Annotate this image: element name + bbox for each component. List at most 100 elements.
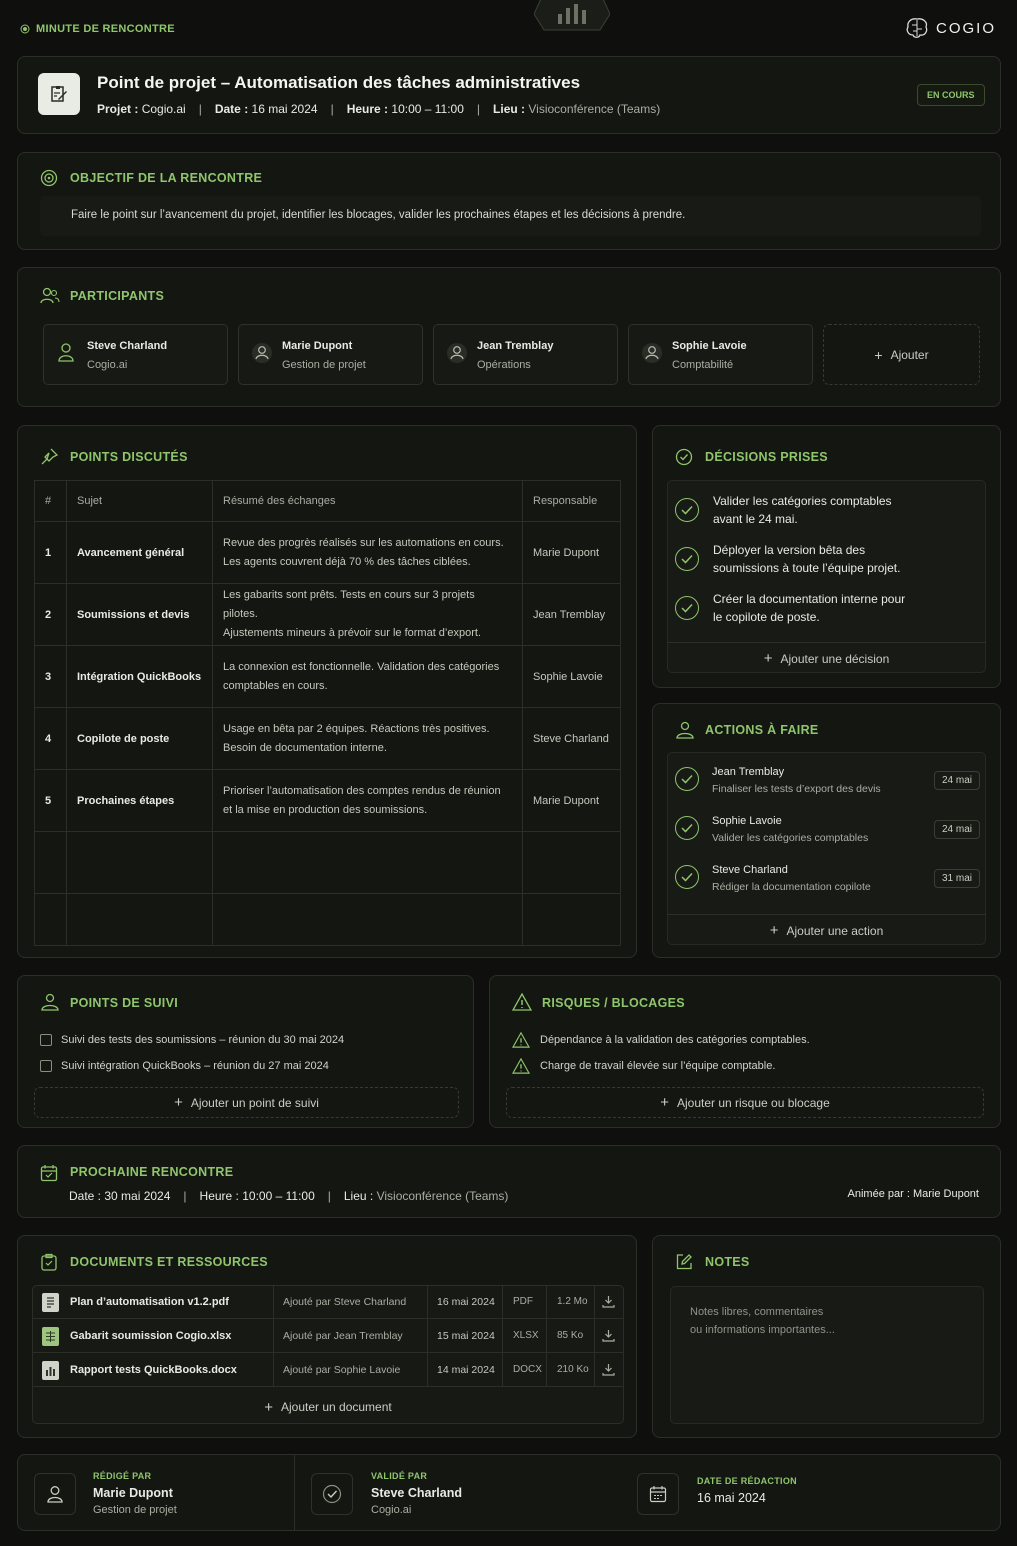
notes-textarea[interactable]: Notes libres, commentaires ou information… (670, 1286, 984, 1424)
document-added-by: Ajouté par Sophie Lavoie (283, 1364, 401, 1376)
table-row[interactable]: 3 Intégration QuickBooks La connexion es… (34, 645, 621, 708)
add-followup-label: Ajouter un point de suivi (190, 1095, 319, 1110)
pdf-file-icon (42, 1293, 59, 1312)
plus-icon: + (769, 922, 779, 939)
row-subject: Avancement général (66, 521, 213, 584)
decision-text: Créer la documentation interne pour le co… (713, 592, 906, 624)
document-row[interactable]: Rapport tests QuickBooks.docx Ajouté par… (32, 1353, 624, 1387)
table-row[interactable]: 2 Soumissions et devis Les gabarits sont… (34, 583, 621, 646)
calendar-icon (649, 1485, 667, 1503)
next-date-value: 30 mai 2024 (104, 1189, 171, 1203)
participant-role: Cogio.ai (87, 359, 128, 371)
checkbox[interactable] (40, 1034, 52, 1046)
row-summary: Les gabarits sont prêts. Tests en cours … (212, 583, 523, 646)
download-icon[interactable] (602, 1363, 615, 1376)
row-subject: Prochaines étapes (66, 769, 213, 832)
project-value: Cogio.ai (141, 102, 186, 116)
document-row[interactable]: Gabarit soumission Cogio.xlsx Ajouté par… (32, 1319, 624, 1353)
check-circle-icon (322, 1484, 342, 1504)
action-item[interactable]: Steve Charland Rédiger la documentation … (675, 864, 980, 900)
written-role: Gestion de projet (93, 1504, 177, 1516)
validated-role: Cogio.ai (371, 1504, 412, 1516)
user-avatar-icon (446, 342, 468, 364)
participant-card[interactable]: Jean Tremblay Opérations (433, 324, 618, 385)
risk-text: Dépendance à la validation des catégorie… (540, 1034, 810, 1046)
add-action-button[interactable]: + Ajouter une action (667, 914, 986, 946)
notes-placeholder: Notes libres, commentaires ou information… (690, 1306, 835, 1336)
decision-text: Valider les catégories comptables avant l… (713, 494, 892, 526)
col-owner: Responsable (522, 480, 621, 522)
download-icon[interactable] (602, 1295, 615, 1308)
warning-icon (512, 1032, 530, 1048)
add-decision-label: Ajouter une décision (780, 651, 890, 666)
add-participant-label: Ajouter (890, 347, 929, 362)
person-icon (40, 993, 59, 1011)
plus-icon: + (660, 1094, 669, 1111)
person-icon (675, 721, 694, 739)
check-icon (675, 816, 699, 840)
participant-card[interactable]: Steve Charland Cogio.ai (43, 324, 228, 385)
add-participant-button[interactable]: + Ajouter (823, 324, 980, 385)
risks-title: RISQUES / BLOCAGES (542, 996, 685, 1010)
documents-section: DOCUMENTS ET RESSOURCES Plan d’automatis… (17, 1235, 637, 1438)
add-decision-button[interactable]: + Ajouter une décision (667, 642, 986, 674)
actions-section: ACTIONS À FAIRE Jean Tremblay Finaliser … (652, 703, 1001, 958)
host-label: Animée par : (847, 1188, 910, 1200)
next-meeting-section: PROCHAINE RENCONTRE Date : 30 mai 2024 |… (17, 1145, 1001, 1218)
meeting-header: Point de projet – Automatisation des tâc… (17, 56, 1001, 134)
edit-icon (675, 1253, 693, 1271)
user-avatar-icon (641, 342, 663, 364)
table-row[interactable]: 5 Prochaines étapes Prioriser l’automati… (34, 769, 621, 832)
row-number: 1 (34, 521, 67, 584)
add-followup-button[interactable]: + Ajouter un point de suivi (34, 1087, 459, 1118)
action-item[interactable]: Sophie Lavoie Valider les catégories com… (675, 815, 980, 851)
add-risk-button[interactable]: + Ajouter un risque ou blocage (506, 1087, 984, 1118)
col-number: # (34, 480, 67, 522)
document-name: Rapport tests QuickBooks.docx (70, 1364, 237, 1376)
participant-role: Gestion de projet (282, 359, 366, 371)
brand-name: COGIO (936, 19, 997, 37)
decisions-title: DÉCISIONS PRISES (705, 450, 828, 464)
risk-item: Charge de travail élevée sur l’équipe co… (512, 1058, 775, 1074)
followup-item[interactable]: Suivi intégration QuickBooks – réunion d… (40, 1060, 329, 1072)
col-subject: Sujet (66, 480, 213, 522)
add-document-button[interactable]: + Ajouter un document (32, 1391, 624, 1423)
target-icon (40, 169, 58, 187)
row-number: 3 (34, 645, 67, 708)
written-name: Marie Dupont (93, 1486, 173, 1500)
row-summary: La connexion est fonctionnelle. Validati… (212, 645, 523, 708)
download-icon[interactable] (602, 1329, 615, 1342)
row-summary: Revue des progrès réalisés sur les autom… (212, 521, 523, 584)
next-meeting-meta: Date : 30 mai 2024 | Heure : 10:00 – 11:… (69, 1189, 509, 1203)
plus-icon: + (174, 1094, 183, 1111)
due-date-badge: 24 mai (933, 820, 980, 839)
participant-card[interactable]: Sophie Lavoie Comptabilité (628, 324, 813, 385)
objective-title: OBJECTIF DE LA RENCONTRE (70, 171, 263, 185)
validated-label: VALIDÉ PAR (371, 1471, 428, 1481)
document-row[interactable]: Plan d’automatisation v1.2.pdf Ajouté pa… (32, 1285, 624, 1319)
objective-section: OBJECTIF DE LA RENCONTRE Faire le point … (17, 152, 1001, 250)
date-label: DATE DE RÉDACTION (697, 1476, 797, 1486)
add-action-label: Ajouter une action (786, 923, 884, 938)
row-subject: Soumissions et devis (66, 583, 213, 646)
check-icon (675, 767, 699, 791)
table-row[interactable]: 1 Avancement général Revue des progrès r… (34, 521, 621, 584)
table-row[interactable]: 4 Copilote de poste Usage en bêta par 2 … (34, 707, 621, 770)
date-value: 16 mai 2024 (697, 1491, 766, 1505)
action-item[interactable]: Jean Tremblay Finaliser les tests d’expo… (675, 766, 980, 802)
points-table: # Sujet Résumé des échanges Responsable … (34, 480, 621, 946)
participant-role: Comptabilité (672, 359, 734, 371)
empty-table-row[interactable] (34, 831, 621, 894)
participant-card[interactable]: Marie Dupont Gestion de projet (238, 324, 423, 385)
checkbox[interactable] (40, 1060, 52, 1072)
row-owner: Marie Dupont (522, 769, 621, 832)
action-task: Finaliser les tests d’export des devis (712, 783, 881, 795)
user-avatar-icon (251, 342, 273, 364)
followup-item[interactable]: Suivi des tests des soumissions – réunio… (40, 1034, 344, 1046)
followup-title: POINTS DE SUIVI (70, 996, 178, 1010)
time-value: 10:00 – 11:00 (391, 102, 464, 116)
document-added-by: Ajouté par Steve Charland (283, 1296, 407, 1308)
empty-table-row[interactable] (34, 893, 621, 946)
brain-logo-icon (904, 16, 930, 40)
notes-section: NOTES Notes libres, commentaires ou infor… (652, 1235, 1001, 1438)
